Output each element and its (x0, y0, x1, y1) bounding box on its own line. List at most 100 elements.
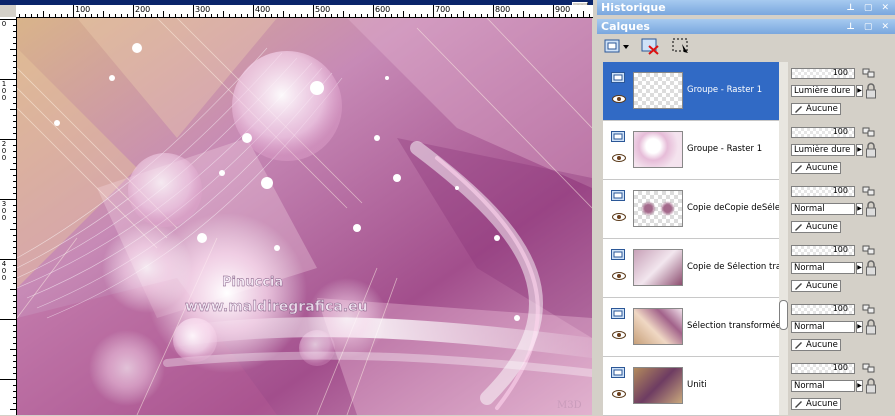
ruler-tick (589, 14, 590, 17)
mask-field[interactable]: Aucune (791, 339, 841, 351)
layer-row[interactable]: Copie deCopie deSélec (603, 180, 779, 239)
link-icon[interactable] (862, 127, 876, 137)
blend-mode-select[interactable]: Normal (791, 203, 855, 215)
opacity-slider[interactable]: 100 (791, 68, 855, 79)
link-icon[interactable] (862, 363, 876, 373)
lock-icon[interactable] (865, 201, 877, 217)
layer-name[interactable]: Sélection transformée (687, 321, 779, 331)
ruler-tick (571, 14, 572, 17)
ruler-tick (223, 11, 224, 17)
layer-row[interactable]: Groupe - Raster 1 (603, 62, 779, 121)
opacity-value: 100 (832, 245, 848, 254)
lock-icon[interactable] (865, 378, 877, 394)
delete-layer-button[interactable] (639, 36, 661, 56)
layer-name[interactable]: Copie de Sélection trar (687, 262, 779, 272)
ruler-tick (553, 5, 554, 17)
link-icon[interactable] (862, 186, 876, 196)
blend-mode-select[interactable]: Lumière dure (791, 85, 855, 97)
ruler-tick (13, 241, 16, 242)
layer-name[interactable]: Groupe - Raster 1 (687, 85, 779, 95)
layers-panel-controls[interactable]: ⊥ ▢ ✕ (846, 20, 892, 35)
mask-field[interactable]: Aucune (791, 221, 841, 233)
ruler-tick (367, 14, 368, 17)
layer-row[interactable]: Uniti (603, 357, 779, 416)
ruler-tick (37, 14, 38, 17)
scrollbar-thumb[interactable] (779, 300, 788, 330)
brush-icon (795, 342, 802, 349)
blend-mode-arrow-icon[interactable]: ▶ (856, 380, 863, 392)
layer-properties-row: 100 Normal ▶ Aucune (789, 357, 895, 416)
visibility-eye-icon[interactable] (612, 154, 626, 162)
blend-mode-arrow-icon[interactable]: ▶ (856, 144, 863, 156)
opacity-slider[interactable]: 100 (791, 186, 855, 197)
mask-field[interactable]: Aucune (791, 103, 841, 115)
image-canvas[interactable]: Pinuccia www.maldiregrafica.eu M3D (17, 18, 592, 415)
ruler-tick (55, 14, 56, 17)
lock-icon[interactable] (865, 142, 877, 158)
ruler-tick (397, 14, 398, 17)
layer-name[interactable]: Uniti (687, 380, 779, 390)
brush-icon (795, 283, 802, 290)
mask-field[interactable]: Aucune (791, 280, 841, 292)
new-layer-button[interactable] (602, 36, 629, 56)
opacity-slider[interactable]: 100 (791, 304, 855, 315)
ruler-tick (295, 14, 296, 17)
blend-mode-arrow-icon[interactable]: ▶ (856, 321, 863, 333)
ruler-tick (67, 14, 68, 17)
ruler-tick (0, 319, 16, 320)
visibility-eye-icon[interactable] (612, 95, 626, 103)
right-panels: Historique ⊥ ▢ ✕ Calques ⊥ ▢ ✕ Groupe - … (597, 0, 895, 416)
ruler-tick (79, 14, 80, 17)
blend-mode-select[interactable]: Normal (791, 380, 855, 392)
ruler-tick (13, 97, 16, 98)
visibility-eye-icon[interactable] (612, 213, 626, 221)
opacity-slider[interactable]: 100 (791, 363, 855, 374)
layer-row[interactable]: Copie de Sélection trar (603, 239, 779, 298)
layers-panel-titlebar[interactable]: Calques ⊥ ▢ ✕ (597, 19, 895, 34)
layer-row[interactable]: Sélection transformée (603, 298, 779, 357)
lock-icon[interactable] (865, 83, 877, 99)
ruler-tick (103, 11, 104, 17)
layer-name[interactable]: Groupe - Raster 1 (687, 144, 779, 154)
blend-mode-select[interactable]: Normal (791, 321, 855, 333)
selection-layer-button[interactable] (670, 36, 692, 56)
blend-mode-arrow-icon[interactable]: ▶ (856, 262, 863, 274)
mask-field[interactable]: Aucune (791, 398, 841, 410)
ruler-tick (319, 14, 320, 17)
ruler-tick (133, 5, 134, 17)
lock-icon[interactable] (865, 260, 877, 276)
ruler-tick (517, 14, 518, 17)
ruler-tick (385, 14, 386, 17)
mask-label: Aucune (806, 163, 838, 173)
layer-row[interactable]: Groupe - Raster 1 (603, 121, 779, 180)
ruler-tick (529, 14, 530, 17)
ruler-tick (13, 337, 16, 338)
visibility-eye-icon[interactable] (612, 390, 626, 398)
ruler-tick (493, 5, 494, 17)
link-icon[interactable] (862, 304, 876, 314)
mask-field[interactable]: Aucune (791, 162, 841, 174)
blend-mode-select[interactable]: Normal (791, 262, 855, 274)
ruler-tick (547, 14, 548, 17)
ruler-tick (283, 11, 284, 17)
link-icon[interactable] (862, 68, 876, 78)
ruler-tick (433, 5, 434, 17)
history-panel-controls[interactable]: ⊥ ▢ ✕ (846, 1, 892, 16)
layer-thumbnail (633, 367, 683, 404)
lock-icon[interactable] (865, 319, 877, 335)
opacity-slider[interactable]: 100 (791, 127, 855, 138)
blend-mode-select[interactable]: Lumière dure (791, 144, 855, 156)
layer-list-scrollbar[interactable] (779, 62, 788, 415)
layer-name[interactable]: Copie deCopie deSélec (687, 203, 779, 213)
ruler-tick (13, 265, 16, 266)
visibility-eye-icon[interactable] (612, 272, 626, 280)
history-panel-titlebar[interactable]: Historique ⊥ ▢ ✕ (597, 0, 895, 15)
ruler-tick (151, 14, 152, 17)
blend-mode-arrow-icon[interactable]: ▶ (856, 203, 863, 215)
opacity-slider[interactable]: 100 (791, 245, 855, 256)
visibility-eye-icon[interactable] (612, 331, 626, 339)
link-icon[interactable] (862, 245, 876, 255)
blend-mode-arrow-icon[interactable]: ▶ (856, 85, 863, 97)
ruler-tick (13, 121, 16, 122)
brush-icon (795, 165, 802, 172)
